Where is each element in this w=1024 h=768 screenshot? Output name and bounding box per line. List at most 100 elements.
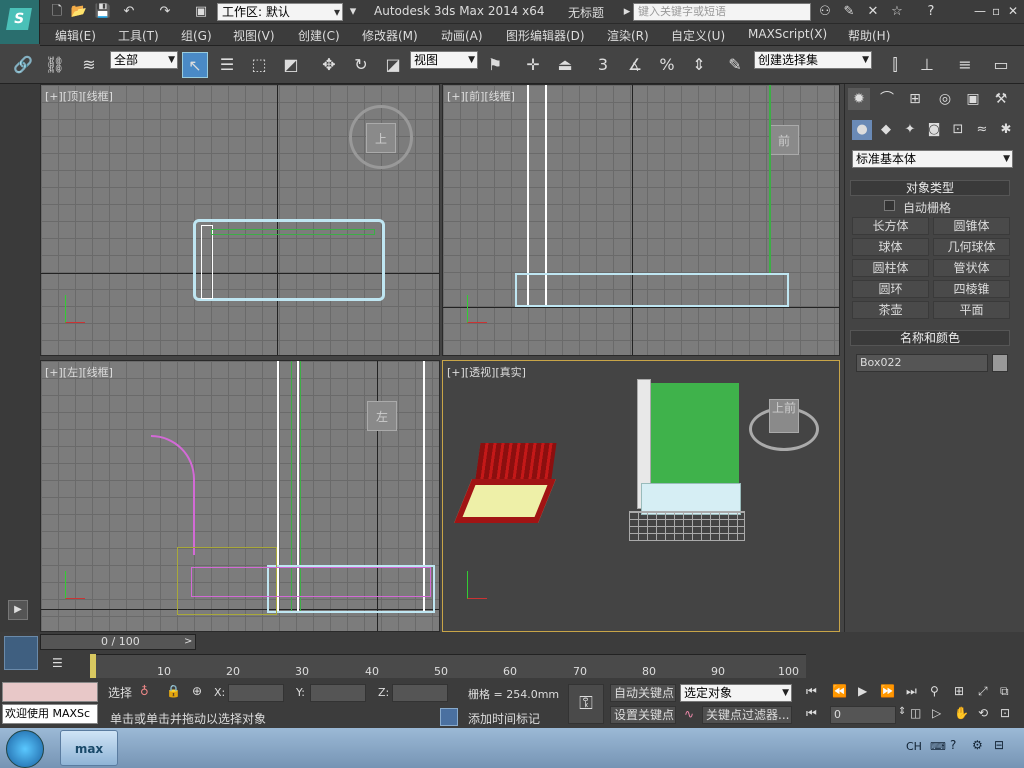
workspace-dropdown[interactable]: 工作区: 默认 ▾: [217, 3, 343, 21]
zoom-extents-icon[interactable]: ⤢: [978, 684, 988, 699]
menu-animation[interactable]: 动画(A): [441, 27, 483, 44]
create-geosphere-button[interactable]: 几何球体: [933, 238, 1010, 256]
link-icon[interactable]: 🔗: [10, 52, 36, 78]
keyboard-shortcut-icon[interactable]: ⏏: [552, 52, 578, 78]
snaps-toggle-icon[interactable]: 3: [590, 52, 616, 78]
time-tag-icon[interactable]: [440, 708, 458, 726]
current-frame-input[interactable]: 0: [830, 706, 896, 724]
menu-modifiers[interactable]: 修改器(M): [362, 27, 418, 44]
cameras-icon[interactable]: ◙: [924, 120, 944, 140]
zoom-all-icon[interactable]: ⊞: [954, 684, 964, 698]
menu-edit[interactable]: 编辑(E): [55, 27, 96, 44]
modify-tab-icon[interactable]: ⌒: [876, 88, 898, 110]
spacewarps-icon[interactable]: ≈: [972, 120, 992, 140]
utilities-tab-icon[interactable]: ⚒: [990, 88, 1012, 110]
keyboard-icon[interactable]: ⌨: [930, 740, 946, 753]
orbit-icon[interactable]: ⟲: [978, 706, 988, 720]
maximize-viewport-icon[interactable]: ⊡: [1000, 706, 1010, 720]
save-icon[interactable]: 💾: [94, 3, 112, 21]
systems-icon[interactable]: ✱: [996, 120, 1016, 140]
viewport-front[interactable]: [+][前][线框] 前: [442, 84, 840, 356]
viewcube[interactable]: 左: [367, 401, 397, 431]
language-indicator[interactable]: CH: [906, 740, 922, 753]
go-to-start-icon[interactable]: ⏮: [806, 684, 817, 699]
move-icon[interactable]: ✥: [316, 52, 342, 78]
unlink-icon[interactable]: ⛓: [42, 52, 68, 78]
object-name-input[interactable]: Box022: [856, 354, 988, 372]
viewport-top[interactable]: [+][顶][线框] 上: [40, 84, 440, 356]
object-color-swatch[interactable]: [992, 354, 1008, 372]
create-cylinder-button[interactable]: 圆柱体: [852, 259, 929, 277]
create-pyramid-button[interactable]: 四棱锥: [933, 280, 1010, 298]
motion-tab-icon[interactable]: ◎: [934, 88, 956, 110]
layer-manager-icon[interactable]: ≡: [952, 52, 978, 78]
menu-rendering[interactable]: 渲染(R): [607, 27, 649, 44]
viewport-label[interactable]: [+][前][线框]: [447, 88, 515, 104]
align-icon[interactable]: ⊥: [914, 52, 940, 78]
rotate-icon[interactable]: ↻: [348, 52, 374, 78]
menu-create[interactable]: 创建(C): [298, 27, 340, 44]
auto-key-button[interactable]: 自动关键点: [610, 684, 676, 702]
select-by-name-icon[interactable]: ☰: [214, 52, 240, 78]
project-folder-icon[interactable]: ▣: [192, 3, 210, 21]
set-key-button[interactable]: 设置关键点: [610, 706, 676, 724]
name-color-rollout[interactable]: 名称和颜色: [850, 330, 1010, 346]
create-tab-icon[interactable]: ✹: [848, 88, 870, 110]
frame-spinner-icon[interactable]: ⇕: [898, 706, 906, 717]
viewport-perspective[interactable]: [+][透视][真实] 上前: [442, 360, 840, 632]
minimize-icon[interactable]: —: [974, 4, 986, 18]
x-coord-input[interactable]: [228, 684, 284, 702]
tray-expand-icon[interactable]: ⊟: [994, 738, 1004, 752]
category-dropdown[interactable]: 标准基本体 ▼: [852, 150, 1013, 168]
spinner-snap-icon[interactable]: ⇕: [686, 52, 712, 78]
create-cone-button[interactable]: 圆锥体: [933, 217, 1010, 235]
viewport-label[interactable]: [+][左][线框]: [45, 364, 113, 380]
expand-ribbon-icon[interactable]: ▶: [8, 600, 28, 620]
hierarchy-tab-icon[interactable]: ⊞: [904, 88, 926, 110]
bind-spacewarp-icon[interactable]: ≋: [76, 52, 102, 78]
named-selection-dropdown[interactable]: 创建选择集 ▼: [754, 51, 872, 69]
autogrid-checkbox[interactable]: [884, 200, 895, 211]
selection-lock-icon[interactable]: 🔒: [166, 684, 181, 698]
scale-icon[interactable]: ◪: [380, 52, 406, 78]
pivot-center-icon[interactable]: ⚑: [482, 52, 508, 78]
select-object-icon[interactable]: ↖: [182, 52, 208, 78]
track-bar[interactable]: [90, 654, 806, 678]
previous-frame-icon[interactable]: ⏪: [832, 684, 847, 698]
play-icon[interactable]: ▶: [858, 684, 867, 698]
viewcube[interactable]: 前: [769, 125, 799, 155]
help-icon[interactable]: ?: [950, 738, 956, 752]
undo-icon[interactable]: ↶: [120, 3, 138, 21]
create-plane-button[interactable]: 平面: [933, 301, 1010, 319]
menu-group[interactable]: 组(G): [181, 27, 212, 44]
edit-named-selection-icon[interactable]: ✎: [722, 52, 748, 78]
search-input[interactable]: 键入关键字或短语: [633, 3, 811, 21]
angle-snap-icon[interactable]: ∡: [622, 52, 648, 78]
add-time-tag-button[interactable]: 添加时间标记: [468, 710, 540, 727]
viewcube[interactable]: 上前: [769, 399, 799, 433]
zoom-icon[interactable]: ⚲: [930, 684, 939, 698]
reference-coord-dropdown[interactable]: 视图 ▼: [410, 51, 478, 69]
create-tube-button[interactable]: 管状体: [933, 259, 1010, 277]
taskbar-3dsmax-button[interactable]: max: [60, 730, 118, 766]
viewport-label[interactable]: [+][透视][真实]: [447, 364, 526, 380]
viewcube[interactable]: 上: [366, 123, 396, 153]
lights-icon[interactable]: ✦: [900, 120, 920, 140]
helpers-icon[interactable]: ⊡: [948, 120, 968, 140]
start-button[interactable]: [6, 730, 44, 768]
isolate-icon[interactable]: ♁: [140, 684, 149, 698]
subscription-icon[interactable]: ✎: [840, 3, 858, 21]
display-tab-icon[interactable]: ▣: [962, 88, 984, 110]
maxscript-listener-output[interactable]: [2, 682, 98, 702]
mirror-icon[interactable]: ⫿: [882, 52, 908, 78]
menu-customize[interactable]: 自定义(U): [671, 27, 725, 44]
geometry-icon[interactable]: ●: [852, 120, 872, 140]
next-frame-icon[interactable]: ⏩: [880, 684, 895, 698]
menu-tools[interactable]: 工具(T): [118, 27, 159, 44]
y-coord-input[interactable]: [310, 684, 366, 702]
create-torus-button[interactable]: 圆环: [852, 280, 929, 298]
time-slider[interactable]: 0 / 100: [40, 634, 196, 650]
key-mode-toggle-icon[interactable]: ⏮: [806, 706, 817, 721]
key-icon[interactable]: ⚿: [568, 684, 604, 724]
rectangular-selection-icon[interactable]: ⬚: [246, 52, 272, 78]
